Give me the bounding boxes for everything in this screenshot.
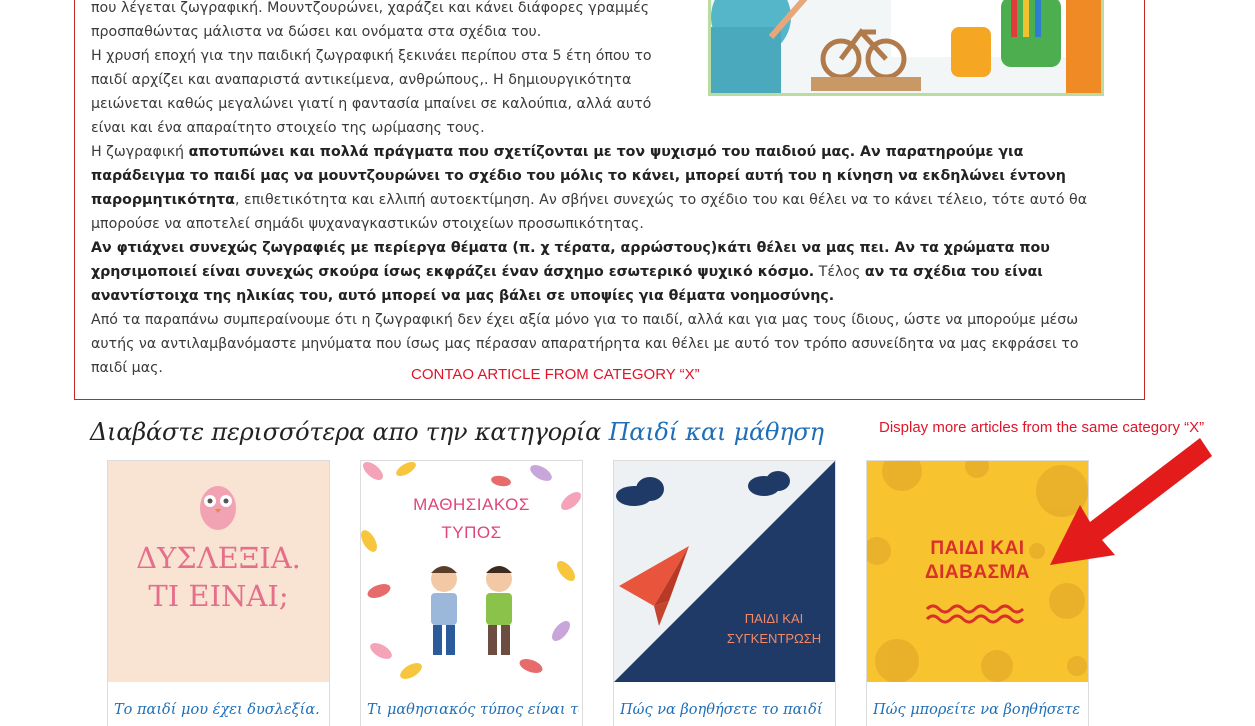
thumb-line: ΤΙ ΕΙΝΑΙ; — [148, 579, 289, 613]
related-heading: Διαβάστε περισσότερα απο την κατηγορία Π… — [90, 418, 824, 446]
card-title-link[interactable]: Το παιδί μου έχει δυσλεξία. — [114, 702, 326, 718]
annotation-article-label: CONTAO ARTICLE FROM CATEGORY “X” — [411, 366, 700, 383]
article-paragraph: αναντίστοιχα της ηλικίας του, αυτό μπορε… — [91, 284, 1111, 308]
article-paragraph: Η ζωγραφική αποτυπώνει και πολλά πράγματ… — [91, 140, 1111, 164]
bold-text: Αν φτιάχνει συνεχώς ζωγραφιές με περίεργ… — [91, 240, 1050, 256]
card-title-link[interactable]: Πώς να βοηθήσετε το παιδί — [620, 702, 832, 718]
article-body: που λέγεται ζωγραφική. Μουντζουρώνει, χα… — [91, 0, 1111, 380]
text-span: , επιθετικότητα και ελλιπή αυτοεκτίμηση.… — [234, 192, 1088, 208]
related-card[interactable]: ΔΥΣΛΕΞΙΑ. ΤΙ ΕΙΝΑΙ; Το παιδί μου έχει δυ… — [107, 460, 330, 726]
article-paragraph: μπορούσε να αποτελεί σημάδι ψυχαναγκαστι… — [91, 216, 644, 232]
card-thumbnail[interactable]: ΜΑΘΗΣΙΑΚΟΣ ΤΥΠΟΣ — [361, 461, 582, 682]
article-line: προσπαθώντας μάλιστα να δώσει και ονόματ… — [91, 24, 542, 40]
bold-text: αν τα σχέδια του είναι — [864, 264, 1043, 280]
thumb-line: ΣΥΓΚΕΝΤΡΩΣΗ — [726, 631, 822, 646]
card-thumbnail[interactable]: ΠΑΙΔΙ ΚΑΙ ΣΥΓΚΕΝΤΡΩΣΗ — [614, 461, 835, 682]
related-card[interactable]: ΜΑΘΗΣΙΑΚΟΣ ΤΥΠΟΣ Τι μαθησιακός τύπος είν… — [360, 460, 583, 726]
bold-text: χρησιμοποιεί είναι συνεχώς σκούρα ίσως ε… — [91, 264, 815, 280]
thumb-line: ΔΥΣΛΕΞΙΑ. — [136, 541, 301, 575]
article-line: παιδί αρχίζει και αναπαριστά αντικείμενα… — [91, 72, 632, 88]
bold-text: παράδειγμα το παιδί μας να μουντζουρώνει… — [91, 168, 1066, 184]
card-title-link[interactable]: Τι μαθησιακός τύπος είναι το — [367, 702, 579, 718]
article-paragraph: Αν φτιάχνει συνεχώς ζωγραφιές με περίεργ… — [91, 236, 1111, 260]
text-span: Τέλος — [814, 264, 865, 280]
article-paragraph: παράδειγμα το παιδί μας να μουντζουρώνει… — [91, 164, 1111, 188]
bold-text: αναντίστοιχα της ηλικίας του, αυτό μπορε… — [91, 288, 835, 304]
bold-text: παρορμητικότητα — [91, 192, 235, 208]
article-line: είναι και ένα απαραίτητο στοιχείο της ωρ… — [91, 120, 485, 136]
article-paragraph: παρορμητικότητα, επιθετικότητα και ελλιπ… — [91, 188, 1111, 212]
article-line: Η χρυσή εποχή για την παιδική ζωγραφική … — [91, 48, 652, 64]
article-paragraph: χρησιμοποιεί είναι συνεχώς σκούρα ίσως ε… — [91, 260, 1111, 284]
article-line: μειώνεται καθώς μεγαλώνει γιατί η φαντασ… — [91, 96, 652, 112]
related-heading-prefix: Διαβάστε περισσότερα απο την κατηγορία — [90, 418, 609, 446]
children-icon — [431, 566, 512, 655]
bold-text: αποτυπώνει και πολλά πράγματα που σχετίζ… — [188, 144, 1024, 160]
article-paragraph: αυτής να αντιλαμβανόμαστε μηνύματα που ί… — [91, 336, 1079, 352]
arrow-icon — [1050, 438, 1212, 565]
related-card[interactable]: ΠΑΙΔΙ ΚΑΙ ΣΥΓΚΕΝΤΡΩΣΗ Πώς να βοηθήσετε τ… — [613, 460, 836, 726]
thumb-line: ΠΑΙΔΙ ΚΑΙ — [744, 611, 804, 626]
card-title-link[interactable]: Πώς μπορείτε να βοηθήσετε — [873, 702, 1085, 718]
category-link[interactable]: Παιδί και μάθηση — [609, 418, 824, 446]
article-paragraph: Από τα παραπάνω συμπεραίνουμε ότι η ζωγρ… — [91, 312, 1079, 328]
card-thumbnail[interactable]: ΔΥΣΛΕΞΙΑ. ΤΙ ΕΙΝΑΙ; — [108, 461, 329, 682]
article-line: που λέγεται ζωγραφική. Μουντζουρώνει, χα… — [91, 0, 650, 16]
text-span: Η ζωγραφική — [91, 144, 189, 160]
